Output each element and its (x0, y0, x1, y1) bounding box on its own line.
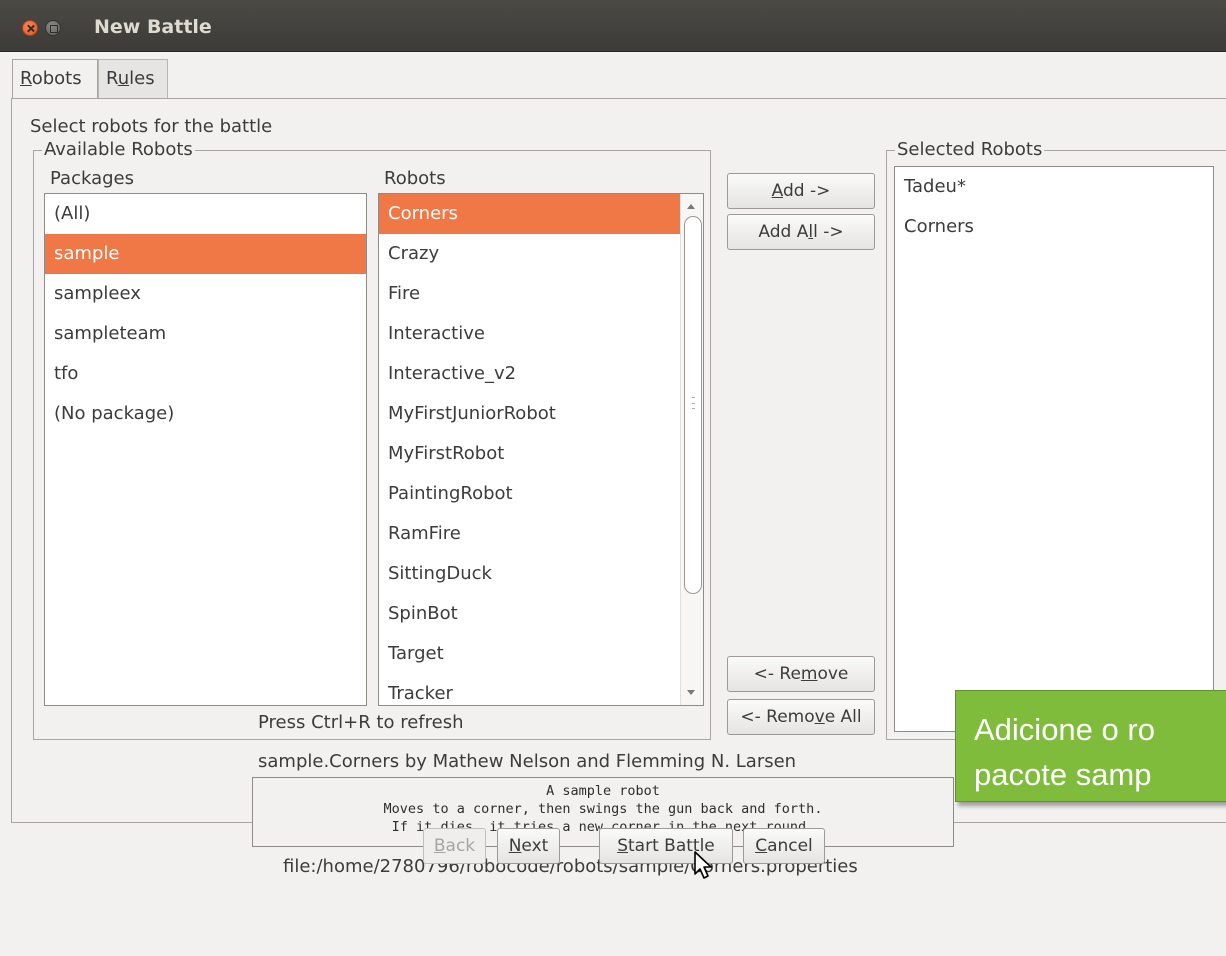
robots-list[interactable]: Corners Crazy Fire Interactive Interactive_v… (378, 193, 704, 706)
selected-robot-item[interactable]: Tadeu* (895, 167, 1213, 207)
robots-header: Robots (384, 168, 446, 189)
scroll-up-arrow-icon[interactable] (687, 204, 695, 209)
selected-robot-item[interactable]: Corners (895, 207, 1213, 247)
robot-list-item[interactable]: SittingDuck (379, 554, 680, 594)
close-window-icon[interactable] (22, 20, 38, 36)
tab-rules[interactable]: Rules (98, 59, 168, 99)
mouse-pointer-icon (694, 851, 712, 879)
package-list-item[interactable]: sample (45, 234, 366, 274)
tab-robots[interactable]: Robots (12, 59, 98, 99)
add-all-button[interactable]: Add All -> (727, 214, 875, 250)
robot-author-label: sample.Corners by Mathew Nelson and Flem… (258, 751, 797, 772)
selected-robots-legend: Selected Robots (895, 139, 1045, 160)
available-robots-legend: Available Robots (42, 139, 195, 160)
robots-list-scrollbar[interactable] (680, 194, 703, 705)
selected-robots-list[interactable]: Tadeu* Corners (894, 166, 1214, 732)
robot-list-item[interactable]: MyFirstRobot (379, 434, 680, 474)
package-list-item[interactable]: (All) (45, 194, 366, 234)
minimize-window-icon[interactable] (45, 20, 61, 36)
robot-list-item[interactable]: PaintingRobot (379, 474, 680, 514)
package-list-item[interactable]: sampleex (45, 274, 366, 314)
robot-list-item[interactable]: Corners (379, 194, 680, 234)
package-list-item[interactable]: sampleteam (45, 314, 366, 354)
refresh-hint: Press Ctrl+R to refresh (258, 712, 464, 733)
package-list-item[interactable]: tfo (45, 354, 366, 394)
remove-all-button[interactable]: <- Remove All (727, 699, 875, 735)
add-button[interactable]: Add -> (727, 173, 875, 209)
robot-list-item[interactable]: Interactive (379, 314, 680, 354)
window-titlebar: New Battle (0, 0, 1226, 52)
scroll-down-arrow-icon[interactable] (687, 690, 695, 695)
window-title: New Battle (94, 16, 212, 38)
next-button[interactable]: Next (497, 828, 560, 864)
remove-button[interactable]: <- Remove (727, 656, 875, 692)
hint-line-1: Adicione o ro (974, 712, 1155, 747)
description-line: Moves to a corner, then swings the gun b… (383, 801, 823, 817)
robot-list-item[interactable]: RamFire (379, 514, 680, 554)
instruction-label: Select robots for the battle (30, 116, 273, 137)
back-button[interactable]: Back (423, 828, 486, 864)
cancel-button[interactable]: Cancel (743, 828, 825, 864)
description-line: A sample robot (546, 783, 660, 799)
scrollbar-thumb[interactable] (684, 216, 702, 594)
robot-list-item[interactable]: SpinBot (379, 594, 680, 634)
package-list-item[interactable]: (No package) (45, 394, 366, 434)
grip-icon (692, 397, 695, 409)
robot-list-item[interactable]: Target (379, 634, 680, 674)
packages-header: Packages (50, 168, 134, 189)
robot-list-item[interactable]: Interactive_v2 (379, 354, 680, 394)
tutorial-hint-callout: Adicione o ro pacote samp (955, 690, 1226, 802)
robot-list-item[interactable]: Fire (379, 274, 680, 314)
robot-list-item[interactable]: Tracker (379, 674, 680, 705)
packages-list[interactable]: (All) sample sampleex sampleteam tfo (No pack… (44, 193, 367, 706)
hint-line-2: pacote samp (974, 757, 1152, 792)
robot-list-item[interactable]: Crazy (379, 234, 680, 274)
robot-list-item[interactable]: MyFirstJuniorRobot (379, 394, 680, 434)
